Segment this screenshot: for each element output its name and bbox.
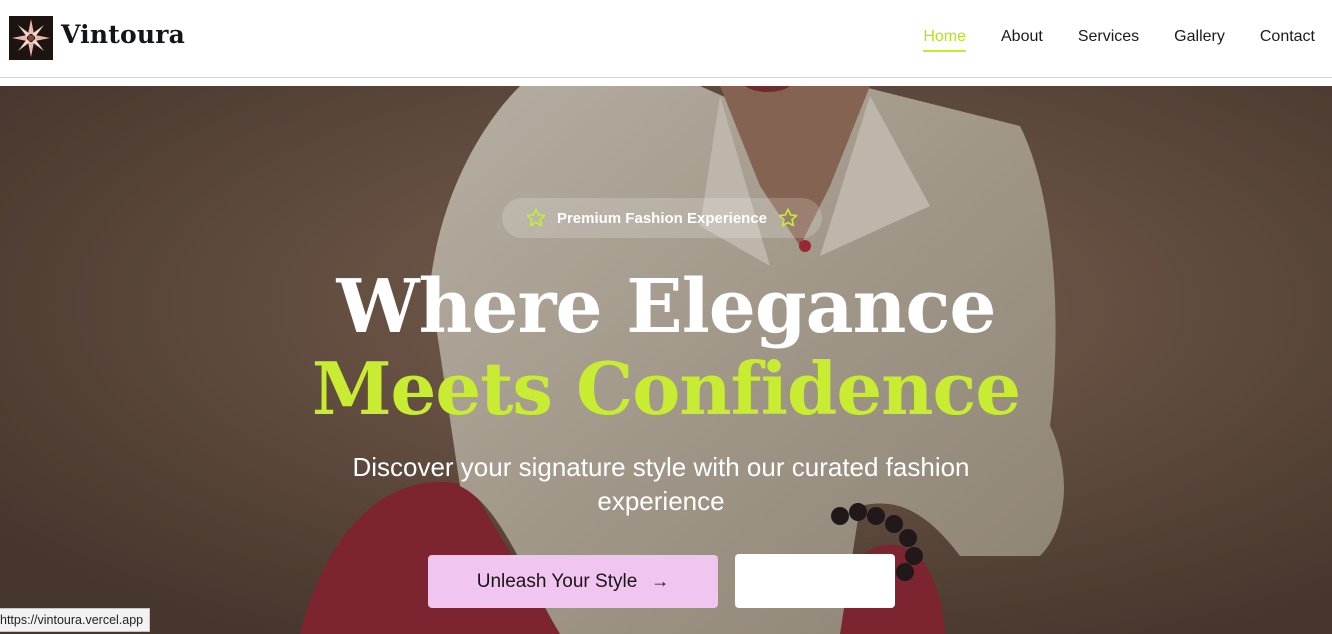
secondary-cta-button[interactable] bbox=[735, 554, 895, 608]
nav-item-gallery[interactable]: Gallery bbox=[1174, 28, 1225, 52]
arrow-right-icon: → bbox=[651, 571, 670, 591]
unleash-style-button-label: Unleash Your Style bbox=[476, 570, 638, 592]
hero-section: Premium Fashion Experience Where Eleganc… bbox=[0, 86, 1332, 634]
premium-badge: Premium Fashion Experience bbox=[502, 198, 822, 238]
nav-item-services[interactable]: Services bbox=[1078, 28, 1139, 52]
main-nav: Home About Services Gallery Contact bbox=[888, 28, 1315, 52]
nav-item-about[interactable]: About bbox=[1001, 28, 1043, 52]
site-header: Vintoura Home About Services Gallery Con… bbox=[0, 0, 1332, 78]
unleash-style-button[interactable]: Unleash Your Style → bbox=[428, 555, 718, 608]
hero-headline-line1: Where Elegance bbox=[336, 264, 996, 350]
star-icon bbox=[778, 208, 798, 227]
hero-headline-line2: Meets Confidence bbox=[311, 346, 1021, 431]
hero-subtitle: Discover your signature style with our c… bbox=[352, 452, 970, 516]
badge-label: Premium Fashion Experience bbox=[556, 209, 768, 227]
nav-item-contact[interactable]: Contact bbox=[1260, 28, 1315, 52]
brand-name[interactable]: Vintoura bbox=[61, 20, 185, 49]
star-icon bbox=[526, 208, 546, 227]
status-bar-url: https://vintoura.vercel.app bbox=[0, 608, 151, 632]
nav-item-home[interactable]: Home bbox=[923, 28, 966, 52]
logo-icon[interactable] bbox=[9, 16, 53, 60]
